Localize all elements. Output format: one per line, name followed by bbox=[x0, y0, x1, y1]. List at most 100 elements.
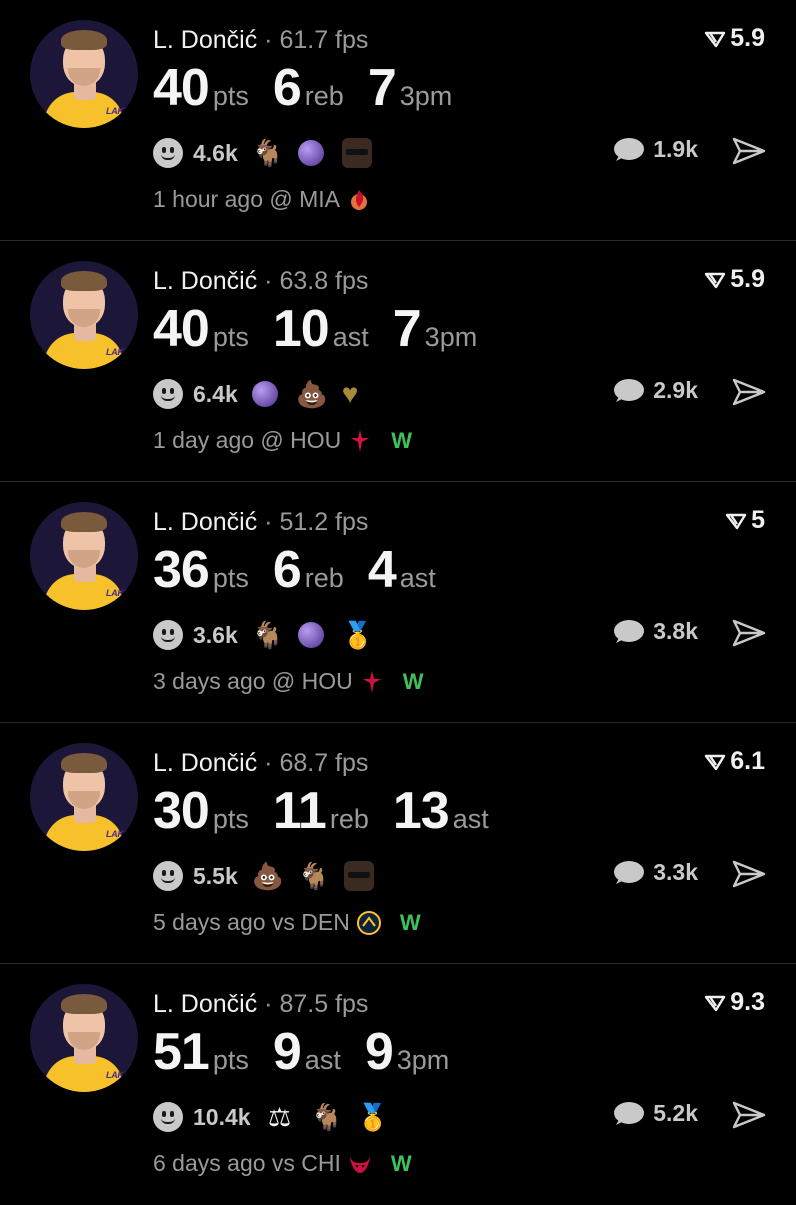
stat-label: pts bbox=[212, 1045, 249, 1075]
share-icon[interactable] bbox=[732, 1100, 766, 1130]
smile-icon[interactable] bbox=[153, 379, 183, 409]
goat-icon[interactable]: 🐐 bbox=[252, 620, 284, 650]
sunglasses-face-icon[interactable] bbox=[341, 138, 372, 168]
reactions-row: 6.4k 💩 ♥ bbox=[153, 374, 374, 414]
stat-value: 40 bbox=[153, 300, 210, 358]
stat-label: ast bbox=[332, 322, 369, 352]
stat-label: reb bbox=[304, 81, 344, 111]
stat-label: pts bbox=[212, 322, 249, 352]
share-icon[interactable] bbox=[732, 377, 766, 407]
player-name[interactable]: L. Dončić bbox=[153, 267, 257, 295]
smile-icon[interactable] bbox=[153, 138, 183, 168]
score-value: 5.9 bbox=[730, 24, 765, 52]
goat-icon[interactable]: 🐐 bbox=[252, 138, 284, 168]
score-value: 5 bbox=[751, 506, 765, 534]
crystal-ball-icon[interactable] bbox=[251, 381, 278, 407]
avatar[interactable]: LAKERS bbox=[30, 743, 138, 851]
gold-heart-icon[interactable]: ♥ bbox=[342, 378, 359, 410]
avatar[interactable]: LAKERS bbox=[30, 20, 138, 128]
score-badge[interactable]: 5 bbox=[725, 506, 765, 535]
game-info: 3 days ago @ HOU bbox=[153, 668, 353, 694]
game-meta: 5 days ago vs DEN W bbox=[153, 909, 421, 936]
stat-label: ast bbox=[399, 563, 436, 593]
smile-icon[interactable] bbox=[153, 861, 183, 891]
lakers-logo-icon: LAKERS bbox=[106, 829, 138, 839]
crystal-ball-icon[interactable] bbox=[297, 140, 324, 166]
avatar[interactable]: LAKERS bbox=[30, 984, 138, 1092]
stat-item: 7 3pm bbox=[368, 58, 452, 118]
reply-count: 1.9k bbox=[653, 136, 698, 162]
feed-post[interactable]: LAKERS L. Dončić · 51.2 fps 5 36 pts 6 reb 4 ast… bbox=[0, 482, 796, 723]
feed-post[interactable]: LAKERS L. Dončić · 68.7 fps 6.1 30 pts 11 reb 1… bbox=[0, 723, 796, 964]
feed: LAKERS L. Dončić · 61.7 fps 5.9 40 pts 6 reb 7 3… bbox=[0, 0, 796, 1205]
reply-button[interactable]: 2.9k bbox=[611, 377, 698, 404]
poop-icon[interactable]: 💩 bbox=[252, 861, 284, 891]
fps-value: 61.7 fps bbox=[279, 26, 369, 54]
score-badge[interactable]: 6.1 bbox=[704, 747, 765, 776]
lakers-logo-icon: LAKERS bbox=[106, 347, 138, 357]
share-icon[interactable] bbox=[732, 859, 766, 889]
score-badge[interactable]: 9.3 bbox=[704, 988, 765, 1017]
share-icon[interactable] bbox=[732, 618, 766, 648]
medal-icon[interactable]: 🥇 bbox=[357, 1102, 389, 1132]
nuggets-logo-icon bbox=[356, 910, 382, 936]
medal-icon[interactable]: 🥇 bbox=[342, 620, 374, 650]
score-badge[interactable]: 5.9 bbox=[704, 265, 765, 294]
sunglasses-face-icon[interactable] bbox=[343, 861, 374, 891]
win-badge: W bbox=[390, 1150, 412, 1176]
reply-button[interactable]: 5.2k bbox=[611, 1100, 698, 1127]
smile-icon[interactable] bbox=[153, 620, 183, 650]
smile-icon[interactable] bbox=[153, 1102, 183, 1132]
post-header: L. Dončić · 87.5 fps bbox=[153, 989, 368, 1019]
goat-icon[interactable]: 🐐 bbox=[311, 1102, 343, 1132]
reply-button[interactable]: 1.9k bbox=[611, 136, 698, 163]
game-info: 5 days ago vs DEN bbox=[153, 909, 350, 935]
stat-value: 51 bbox=[153, 1023, 210, 1081]
post-header: L. Dončić · 68.7 fps bbox=[153, 748, 368, 778]
post-header: L. Dončić · 61.7 fps bbox=[153, 25, 368, 55]
stat-value: 6 bbox=[272, 541, 302, 599]
reaction-count: 4.6k bbox=[193, 139, 238, 166]
poop-icon[interactable]: 💩 bbox=[296, 379, 328, 409]
fps-value: 63.8 fps bbox=[279, 267, 369, 295]
lakers-logo-icon: LAKERS bbox=[106, 588, 138, 598]
share-icon[interactable] bbox=[732, 136, 766, 166]
score-badge[interactable]: 5.9 bbox=[704, 24, 765, 53]
rockets-logo-icon bbox=[347, 428, 373, 454]
reaction-count: 6.4k bbox=[193, 380, 238, 407]
player-name[interactable]: L. Dončić bbox=[153, 508, 257, 536]
game-meta: 1 hour ago @ MIA bbox=[153, 186, 372, 213]
stat-label: reb bbox=[329, 804, 369, 834]
player-name[interactable]: L. Dončić bbox=[153, 990, 257, 1018]
avatar[interactable]: LAKERS bbox=[30, 502, 138, 610]
crystal-ball-icon[interactable] bbox=[297, 622, 324, 648]
chevron-score-icon bbox=[705, 995, 726, 1011]
feed-post[interactable]: LAKERS L. Dončić · 63.8 fps 5.9 40 pts 10 ast 7… bbox=[0, 241, 796, 482]
scales-icon[interactable]: ⚖ bbox=[265, 1102, 295, 1132]
stat-item: 10 ast bbox=[273, 299, 369, 359]
goat-icon[interactable]: 🐐 bbox=[298, 861, 330, 891]
comment-icon bbox=[614, 378, 645, 402]
reactions-row: 3.6k 🐐 🥇 bbox=[153, 615, 388, 655]
avatar[interactable]: LAKERS bbox=[30, 261, 138, 369]
feed-post[interactable]: LAKERS L. Dončić · 87.5 fps 9.3 51 pts 9 ast 9 3… bbox=[0, 964, 796, 1205]
feed-post[interactable]: LAKERS L. Dončić · 61.7 fps 5.9 40 pts 6 reb 7 3… bbox=[0, 0, 796, 241]
player-name[interactable]: L. Dončić bbox=[153, 26, 257, 54]
stat-label: 3pm bbox=[424, 322, 478, 352]
comment-icon bbox=[614, 860, 645, 884]
game-meta: 1 day ago @ HOU W bbox=[153, 427, 412, 454]
reply-button[interactable]: 3.8k bbox=[611, 618, 698, 645]
stat-item: 4 ast bbox=[368, 540, 436, 600]
stat-value: 9 bbox=[364, 1023, 394, 1081]
lakers-logo-icon: LAKERS bbox=[106, 1070, 138, 1080]
stat-line: 40 pts 10 ast 7 3pm bbox=[153, 299, 501, 359]
comment-icon bbox=[614, 1101, 645, 1125]
score-value: 5.9 bbox=[730, 265, 765, 293]
reply-button[interactable]: 3.3k bbox=[611, 859, 698, 886]
stat-line: 30 pts 11 reb 13 ast bbox=[153, 781, 513, 841]
stat-item: 13 ast bbox=[393, 781, 489, 841]
post-header: L. Dončić · 51.2 fps bbox=[153, 507, 368, 537]
stat-label: pts bbox=[212, 804, 249, 834]
stat-item: 30 pts bbox=[153, 781, 249, 841]
player-name[interactable]: L. Dončić bbox=[153, 749, 257, 777]
